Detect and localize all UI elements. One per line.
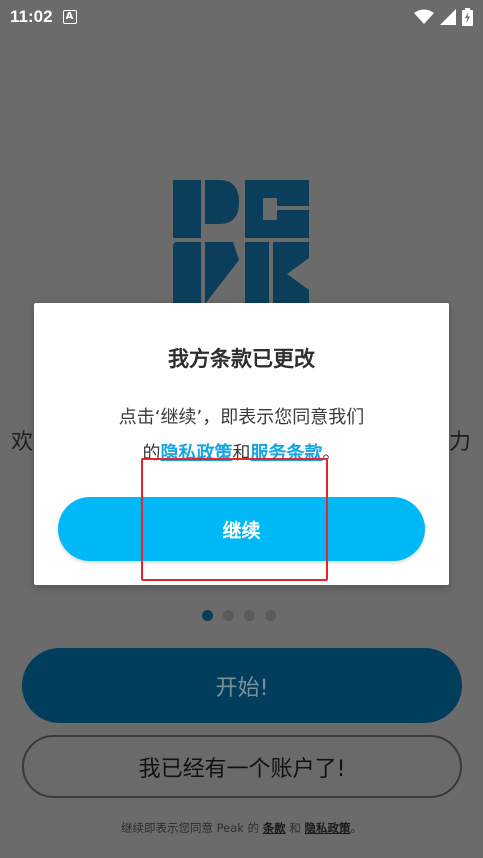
dialog-line2-prefix: 的 bbox=[142, 443, 161, 464]
battery-charging-icon bbox=[462, 8, 473, 26]
page-dot-1 bbox=[202, 610, 213, 621]
dialog-message-line-2: 的隐私政策和服务条款。 bbox=[34, 439, 449, 465]
terms-notice-prefix: 继续即表示您同意 Peak 的 bbox=[120, 821, 263, 835]
background-heading-fragment-left: 欢 bbox=[11, 430, 34, 455]
signal-icon bbox=[440, 9, 456, 25]
terms-notice-suffix: 。 bbox=[350, 821, 363, 835]
page-dot-3 bbox=[244, 610, 255, 621]
background-heading-fragment-right: 力 bbox=[449, 430, 472, 455]
status-right bbox=[414, 8, 473, 26]
page-dot-4 bbox=[265, 610, 276, 621]
terms-notice: 继续即表示您同意 Peak 的 条款 和 隐私政策。 bbox=[0, 820, 483, 836]
dialog-title: 我方条款已更改 bbox=[168, 347, 315, 371]
notification-icon: A bbox=[62, 10, 77, 24]
status-bar: 11:02 A bbox=[0, 0, 483, 34]
dialog-message-line-1: 点击‘继续’，即表示您同意我们 bbox=[118, 407, 365, 428]
page-dot-2 bbox=[223, 610, 234, 621]
terms-notice-middle: 和 bbox=[285, 821, 305, 835]
existing-account-button[interactable]: 我已经有一个账户了! bbox=[22, 735, 462, 798]
dialog-terms-of-service-link[interactable]: 服务条款 bbox=[251, 443, 323, 464]
terms-link[interactable]: 条款 bbox=[263, 821, 286, 835]
start-button[interactable]: 开始! bbox=[22, 648, 462, 723]
dialog-line2-suffix: 。 bbox=[322, 443, 341, 464]
dialog-privacy-policy-link[interactable]: 隐私政策 bbox=[161, 443, 233, 464]
dialog-line2-middle: 和 bbox=[232, 443, 251, 464]
page-indicator bbox=[202, 610, 276, 621]
continue-button[interactable]: 继续 bbox=[58, 497, 425, 561]
privacy-policy-link[interactable]: 隐私政策 bbox=[305, 821, 351, 835]
peak-logo bbox=[173, 180, 309, 304]
terms-changed-dialog: 我方条款已更改 点击‘继续’，即表示您同意我们 的隐私政策和服务条款。 继续 bbox=[34, 303, 449, 585]
status-time: 11:02 bbox=[10, 7, 53, 26]
wifi-icon bbox=[414, 9, 434, 24]
status-left: 11:02 A bbox=[10, 7, 77, 27]
